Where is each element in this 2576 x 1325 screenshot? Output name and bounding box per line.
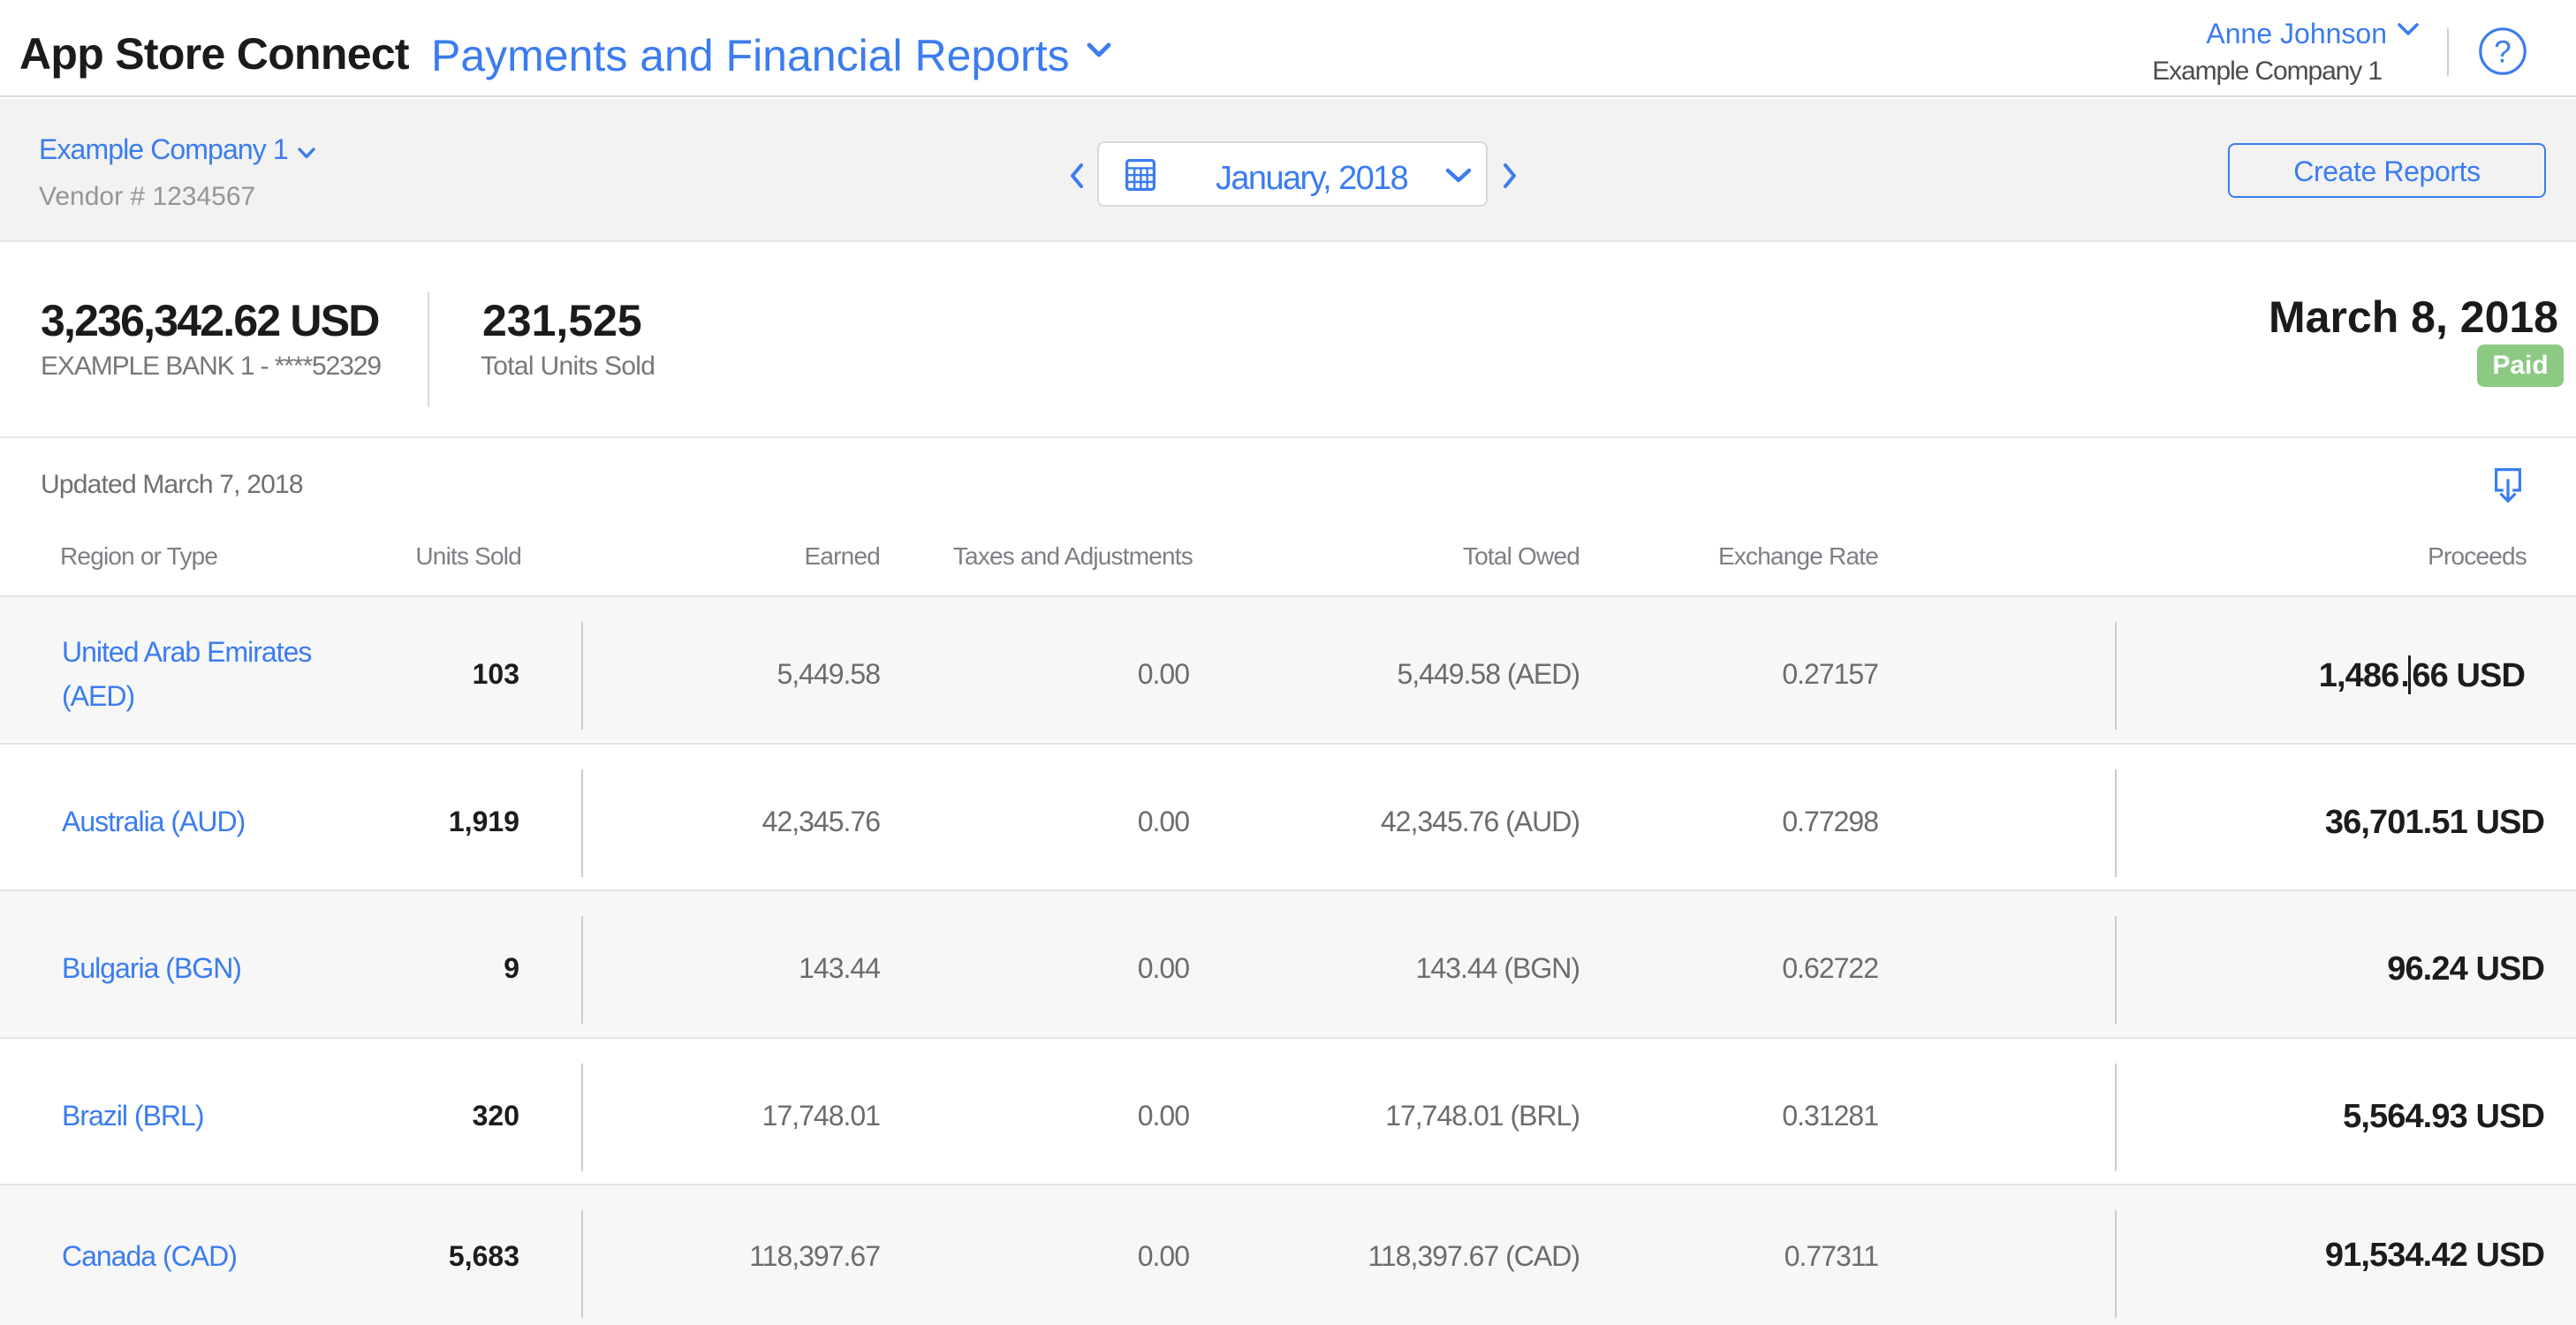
svg-text:?: ? (2494, 34, 2511, 69)
